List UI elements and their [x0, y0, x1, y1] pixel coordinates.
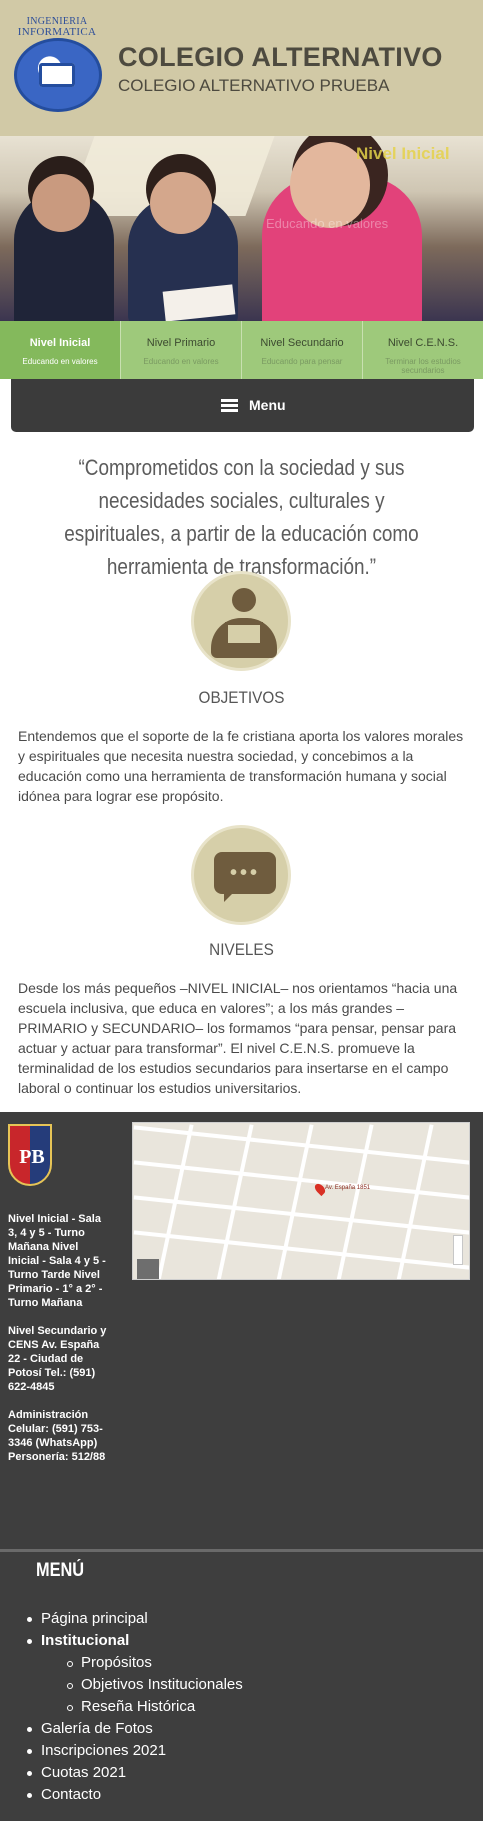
- map-satellite-toggle[interactable]: [137, 1259, 159, 1279]
- bullet-icon: [27, 1727, 32, 1732]
- menu-label: Menu: [249, 397, 286, 413]
- footer-menu-item-label: Inscripciones 2021: [41, 1742, 167, 1759]
- reader-icon-head: [232, 588, 256, 612]
- footer-menu-item-pagina-principal[interactable]: Página principal: [27, 1608, 243, 1630]
- site-footer: PB Av. España 1851 Nivel Inicial - Sala …: [0, 1112, 483, 1549]
- location-map[interactable]: Av. España 1851: [132, 1122, 470, 1280]
- bullet-icon: [27, 1771, 32, 1776]
- map-street: [396, 1124, 434, 1279]
- reader-icon-book: [225, 622, 263, 646]
- tab-subtitle: Terminar los estudios secundarios: [385, 357, 461, 375]
- map-street: [216, 1124, 254, 1279]
- shield-letters: PB: [19, 1146, 45, 1168]
- footer-menu-list: Página principal Institucional Propósito…: [27, 1608, 243, 1806]
- school-shield-logo: PB: [8, 1124, 52, 1186]
- niveles-icon-circle: •••: [191, 825, 291, 925]
- footer-menu-item-label: Institucional: [41, 1632, 130, 1649]
- tab-nivel-inicial[interactable]: Nivel Inicial Educando en valores: [0, 321, 121, 379]
- section-title-niveles: NIVELES: [209, 940, 274, 959]
- tab-nivel-primario[interactable]: Nivel Primario Educando en valores: [121, 321, 242, 379]
- circle-bullet-icon: [67, 1661, 73, 1667]
- map-pin-label: Av. España 1851: [325, 1185, 371, 1191]
- hero-overlay-title: Nivel Inicial: [356, 144, 450, 163]
- footer-menu-item-cuotas[interactable]: Cuotas 2021: [27, 1762, 243, 1784]
- tab-nivel-cens[interactable]: Nivel C.E.N.S. Terminar los estudios sec…: [363, 321, 483, 379]
- circle-bullet-icon: [67, 1683, 73, 1689]
- mission-quote: “Comprometidos con la sociedad y sus nec…: [64, 455, 419, 579]
- tab-title: Nivel C.E.N.S.: [387, 337, 459, 349]
- page-root: { "header": { "logo_text_line1": "INGENI…: [0, 0, 483, 1821]
- section-text-niveles: Desde los más pequeños –NIVEL INICIAL– n…: [18, 980, 458, 1096]
- tab-title: Nivel Primario: [146, 337, 216, 349]
- hamburger-icon: [221, 399, 238, 412]
- footer-gap: [8, 1310, 108, 1324]
- menu-toggle-button[interactable]: Menu: [11, 379, 474, 432]
- bullet-icon: [27, 1749, 32, 1754]
- logo-text: INGENIERIA INFORMATICA: [6, 16, 108, 38]
- tab-subtitle: Educando en valores: [22, 357, 98, 366]
- hero-child-2-head: [150, 172, 212, 234]
- footer-menu-item-inscripciones[interactable]: Inscripciones 2021: [27, 1740, 243, 1762]
- hero-image: Nivel Inicial Educando en valores: [0, 136, 483, 321]
- footer-menu-item-galeria[interactable]: Galería de Fotos: [27, 1718, 243, 1740]
- tab-subtitle: Educando en valores: [143, 357, 219, 366]
- footer-menu-item-label: Cuotas 2021: [41, 1764, 127, 1781]
- circle-bullet-icon: [67, 1705, 73, 1711]
- globe-icon: [14, 38, 102, 112]
- reader-icon: [211, 588, 277, 658]
- objetivos-icon-circle: [191, 571, 291, 671]
- chat-dots: •••: [229, 862, 260, 884]
- footer-gap: [8, 1394, 108, 1408]
- tab-nivel-secundario[interactable]: Nivel Secundario Educando para pensar: [242, 321, 363, 379]
- footer-menu-title: MENÚ: [36, 1560, 85, 1581]
- footer-menu-item-objetivos-institucionales[interactable]: Objetivos Institucionales: [41, 1674, 243, 1696]
- hero-child-1-head: [32, 174, 90, 232]
- section-title-objetivos: OBJETIVOS: [198, 688, 285, 707]
- map-street: [133, 1195, 469, 1235]
- footer-menu-item-label: Página principal: [41, 1610, 148, 1627]
- footer-address: Nivel Secundario y CENS Av. España 22 - …: [8, 1325, 107, 1393]
- footer-menu-item-contacto[interactable]: Contacto: [27, 1784, 243, 1806]
- map-zoom-control[interactable]: [453, 1235, 463, 1265]
- site-title[interactable]: COLEGIO ALTERNATIVO: [118, 42, 443, 73]
- footer-menu-item-label: Objetivos Institucionales: [81, 1676, 243, 1693]
- chat-icon: •••: [214, 852, 276, 902]
- footer-menu-item-institucional[interactable]: Institucional: [27, 1630, 243, 1652]
- level-tabs: Nivel Inicial Educando en valores Nivel …: [0, 321, 483, 379]
- footer-menu-item-label: Galería de Fotos: [41, 1720, 153, 1737]
- site-header: INGENIERIA INFORMATICA COLEGIO ALTERNATI…: [0, 0, 483, 136]
- site-logo[interactable]: INGENIERIA INFORMATICA: [6, 16, 108, 116]
- bullet-icon: [27, 1793, 32, 1798]
- footer-menu-item-label: Contacto: [41, 1786, 102, 1803]
- footer-menu: MENÚ Página principal Institucional Prop…: [0, 1552, 483, 1821]
- map-street: [276, 1124, 314, 1279]
- tab-subtitle: Educando para pensar: [261, 357, 343, 366]
- footer-contact-info: Nivel Inicial - Sala 3, 4 y 5 - Turno Ma…: [8, 1212, 108, 1464]
- tab-title: Nivel Secundario: [260, 337, 344, 349]
- footer-menu-item-label: Propósitos: [81, 1654, 152, 1671]
- footer-menu-item-label: Reseña Histórica: [81, 1698, 196, 1715]
- map-street: [133, 1230, 469, 1270]
- footer-schedule: Nivel Inicial - Sala 3, 4 y 5 - Turno Ma…: [8, 1213, 106, 1309]
- footer-menu-item-resena-historica[interactable]: Reseña Histórica: [41, 1696, 243, 1718]
- site-subtitle: COLEGIO ALTERNATIVO PRUEBA: [118, 76, 390, 95]
- logo-text-line2: INFORMATICA: [17, 26, 97, 38]
- bullet-icon: [27, 1617, 32, 1622]
- footer-menu-item-propositos[interactable]: Propósitos: [41, 1652, 243, 1674]
- bullet-icon: [27, 1639, 32, 1644]
- hero-overlay-subtitle: Educando en valores: [266, 216, 389, 231]
- tab-title: Nivel Inicial: [29, 337, 91, 349]
- section-text-objetivos: Entendemos que el soporte de la fe crist…: [18, 728, 464, 804]
- footer-admin: Administración Celular: (591) 753-3346 (…: [8, 1409, 106, 1463]
